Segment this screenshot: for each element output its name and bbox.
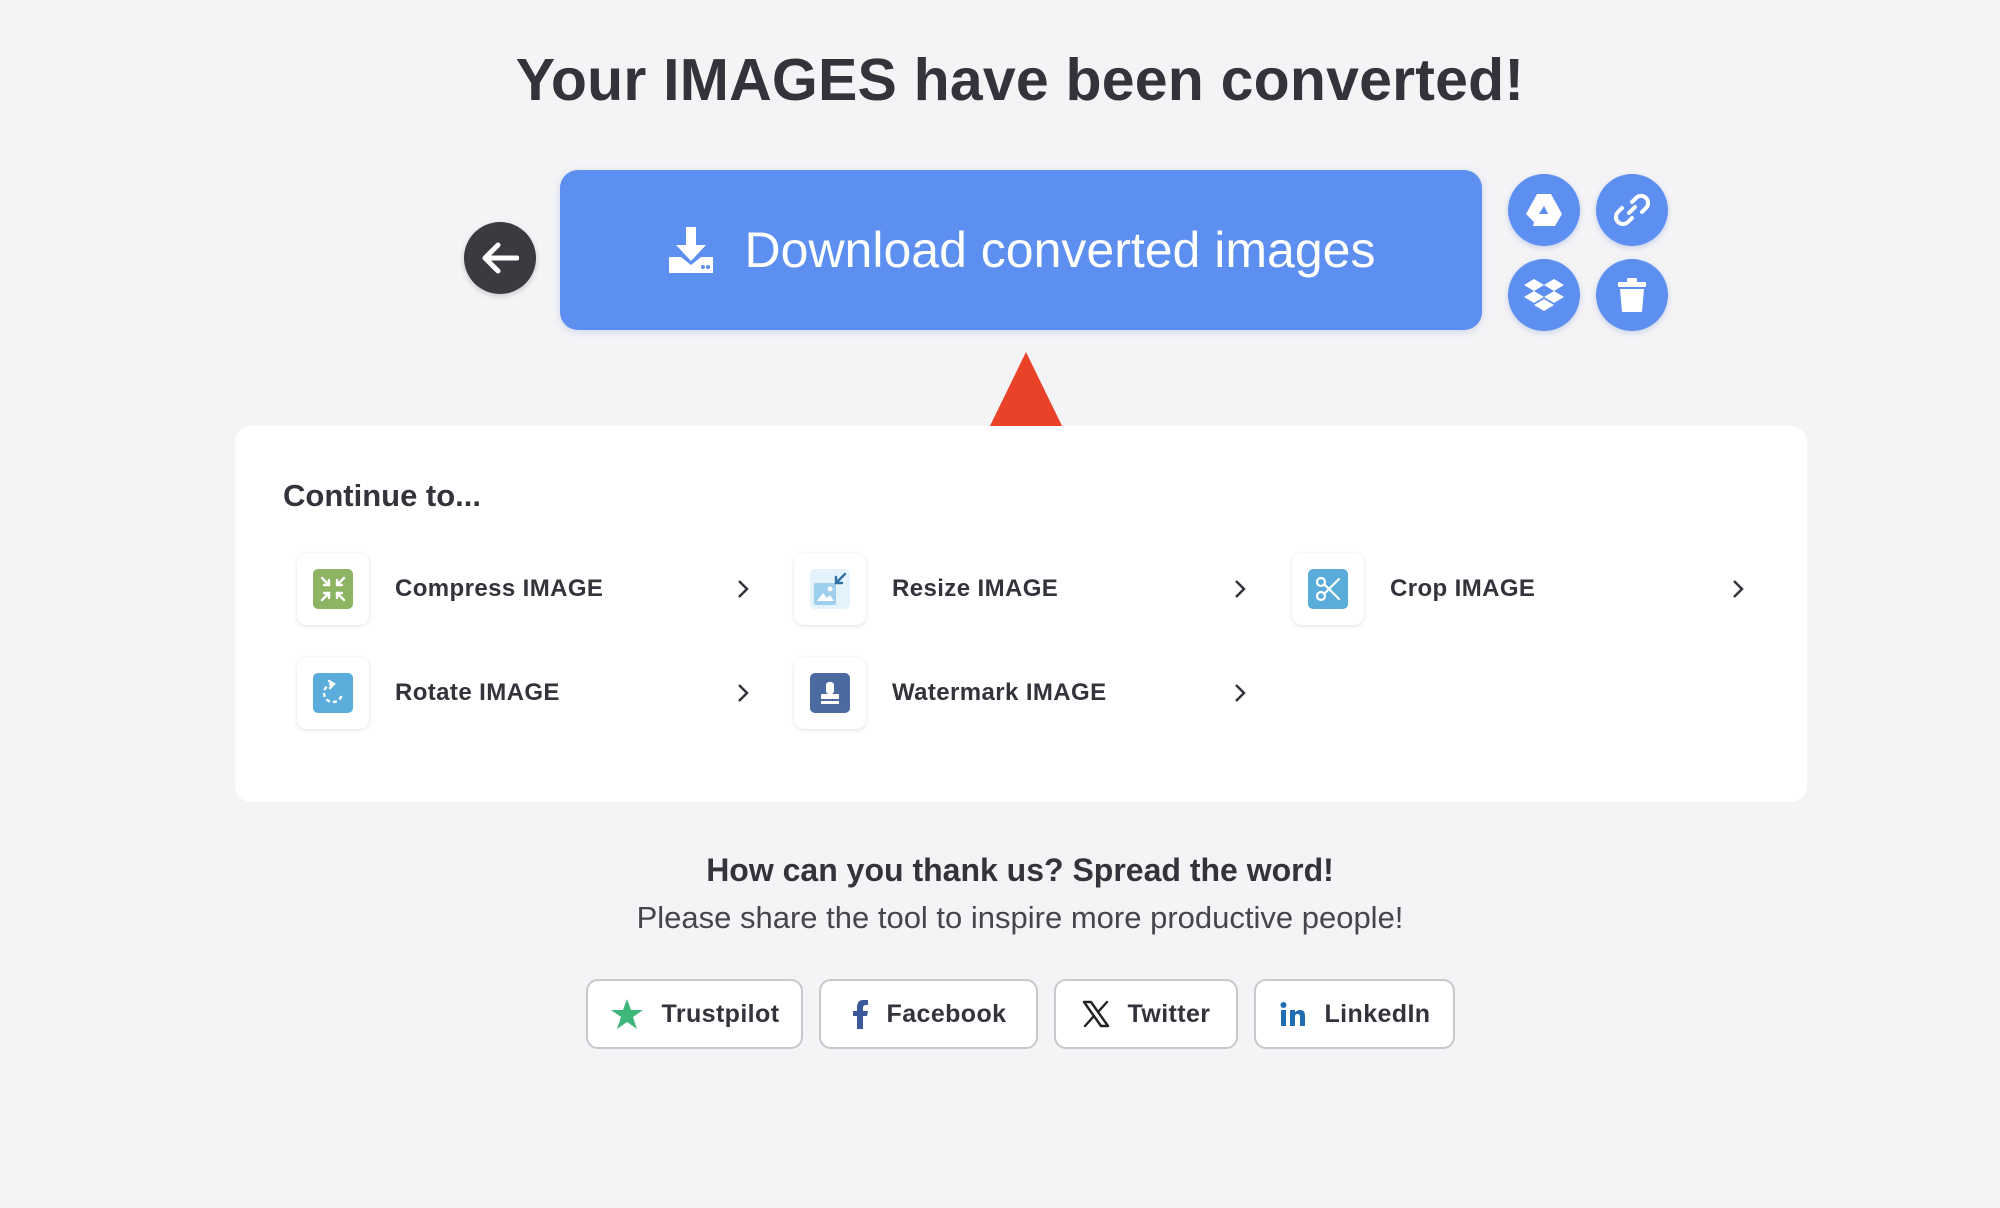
share-facebook-button[interactable]: Facebook (819, 979, 1038, 1049)
delete-files-button[interactable] (1596, 259, 1668, 331)
tool-item-watermark[interactable]: Watermark IMAGE (794, 657, 1254, 729)
share-linkedin-button[interactable]: LinkedIn (1254, 979, 1455, 1049)
resize-icon (810, 569, 850, 609)
rotate-icon (313, 673, 353, 713)
page-title: Your IMAGES have been converted! (515, 47, 1525, 113)
arrow-left-icon (482, 242, 519, 274)
save-to-google-drive-button[interactable] (1508, 174, 1580, 246)
google-drive-icon (1526, 194, 1562, 226)
continue-to-title: Continue to... (283, 478, 482, 513)
download-converted-images-button[interactable]: Download converted images (560, 170, 1482, 330)
share-label: Facebook (886, 999, 1007, 1028)
chevron-right-icon (1733, 580, 1744, 598)
link-icon (1613, 193, 1651, 227)
tool-label: Watermark IMAGE (892, 679, 1107, 706)
thanks-title: How can you thank us? Spread the word! (706, 852, 1334, 888)
chevron-right-icon (1235, 684, 1246, 702)
dropbox-icon (1524, 279, 1564, 311)
x-twitter-icon (1082, 1000, 1109, 1028)
copy-share-link-button[interactable] (1596, 174, 1668, 246)
back-button[interactable] (464, 222, 536, 294)
download-button-label: Download converted images (744, 222, 1376, 278)
tool-label: Rotate IMAGE (395, 679, 560, 706)
share-label: Trustpilot (661, 999, 780, 1028)
tool-label: Crop IMAGE (1390, 575, 1536, 602)
tool-item-compress[interactable]: Compress IMAGE (297, 553, 757, 625)
chevron-right-icon (1235, 580, 1246, 598)
tool-item-crop[interactable]: Crop IMAGE (1292, 553, 1752, 625)
annotation-arrow-head (988, 352, 1064, 430)
tool-item-rotate[interactable]: Rotate IMAGE (297, 657, 757, 729)
tool-label: Compress IMAGE (395, 575, 604, 602)
trustpilot-star-icon (610, 999, 643, 1029)
share-label: LinkedIn (1324, 999, 1431, 1028)
save-to-dropbox-button[interactable] (1508, 259, 1580, 331)
chevron-right-icon (738, 684, 749, 702)
linkedin-icon (1280, 1002, 1305, 1026)
continue-to-card: Continue to... Compress IMAGE Resize IMA… (235, 426, 1807, 802)
download-icon (668, 227, 713, 273)
share-twitter-button[interactable]: Twitter (1054, 979, 1238, 1049)
trash-icon (1618, 278, 1646, 312)
chevron-right-icon (738, 580, 749, 598)
facebook-icon (852, 1000, 868, 1029)
watermark-icon (810, 673, 850, 713)
tool-label: Resize IMAGE (892, 575, 1059, 602)
share-label: Twitter (1127, 999, 1211, 1028)
share-trustpilot-button[interactable]: Trustpilot (586, 979, 803, 1049)
thanks-subtitle: Please share the tool to inspire more pr… (636, 900, 1404, 935)
compress-icon (313, 569, 353, 609)
tool-item-resize[interactable]: Resize IMAGE (794, 553, 1254, 625)
crop-icon (1308, 569, 1348, 609)
